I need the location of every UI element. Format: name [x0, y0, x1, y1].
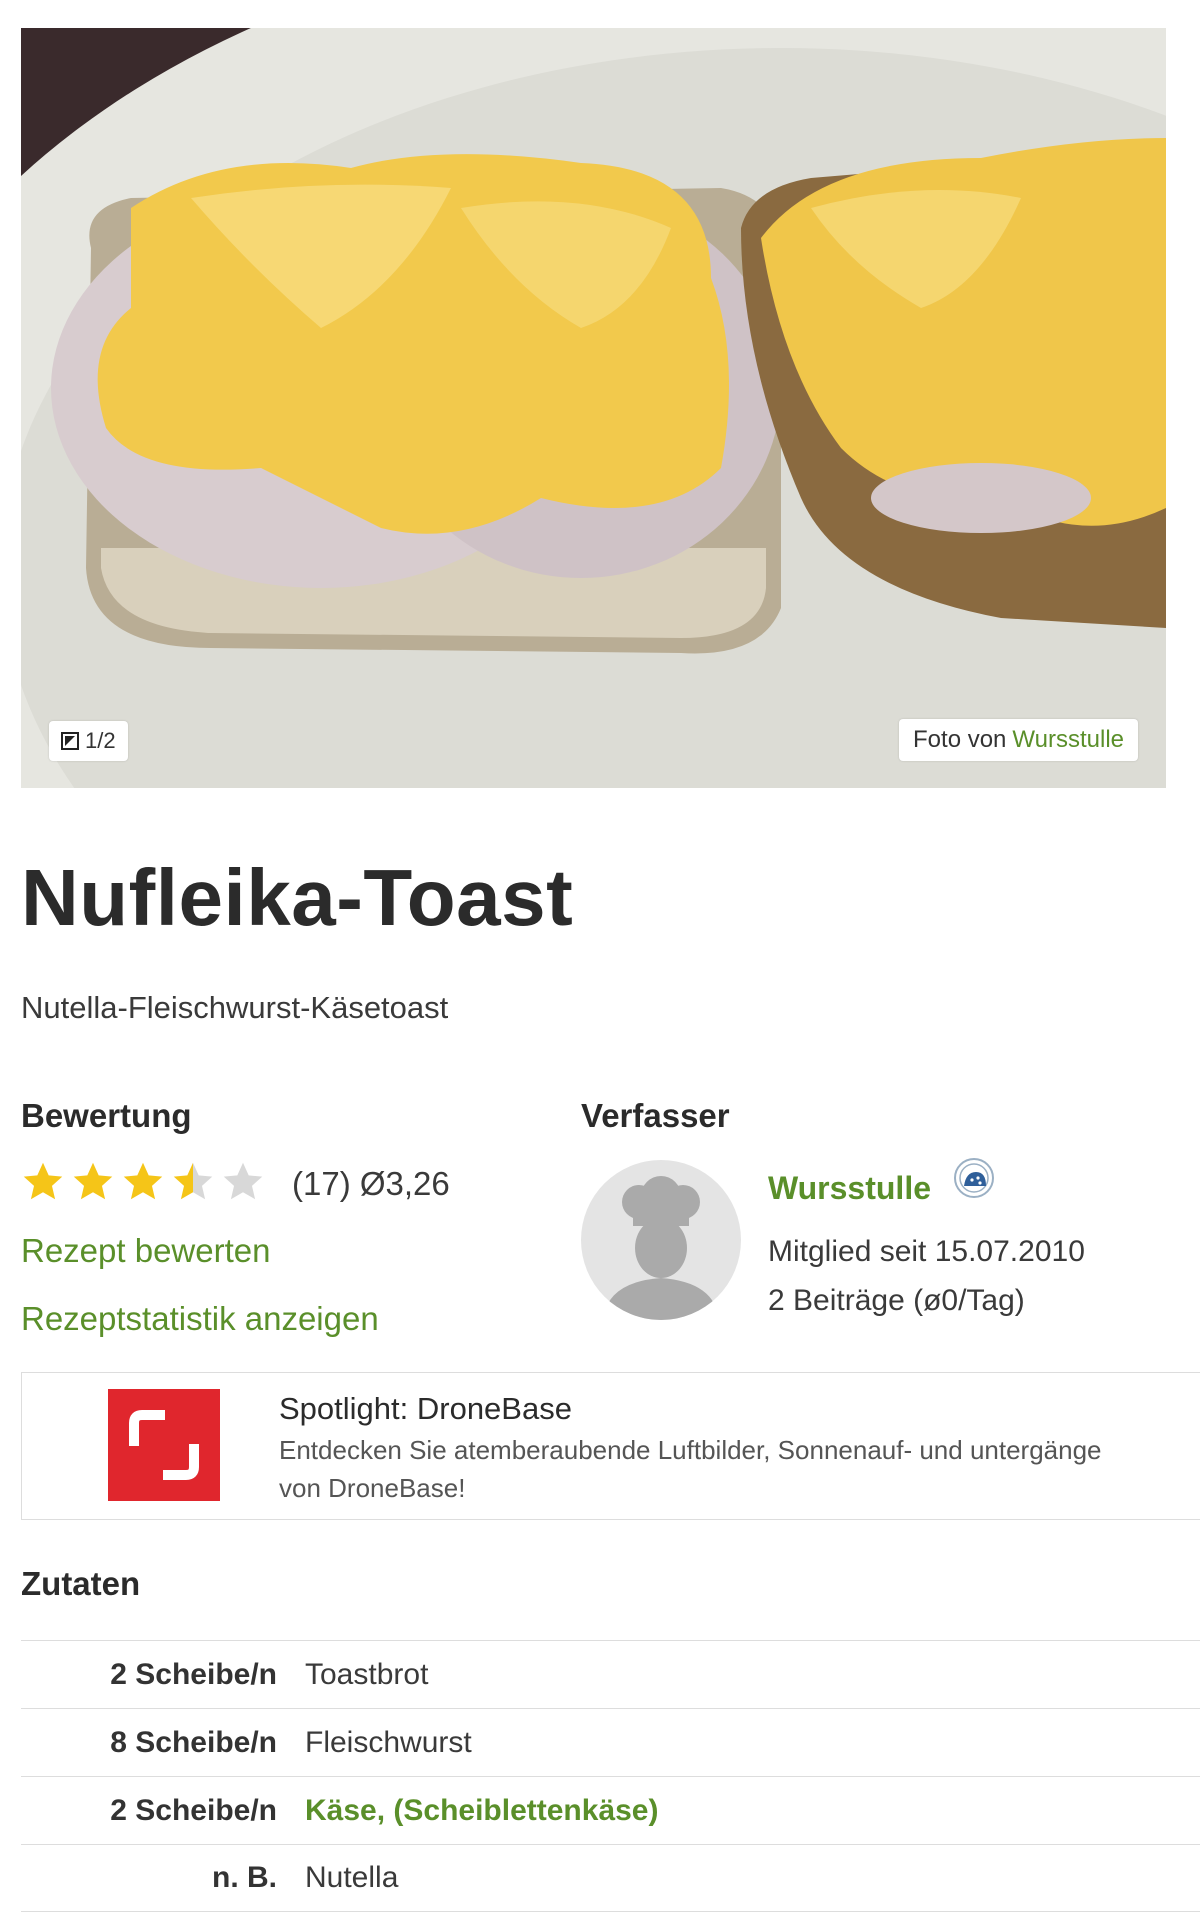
ingredient-amount: n. B.: [212, 1861, 277, 1894]
half-star-icon: [173, 1162, 213, 1200]
rating-heading: Bewertung: [21, 1097, 192, 1134]
ingredient-name: Nutella: [305, 1861, 399, 1894]
ingredients-table: 2 Scheibe/n Toastbrot 8 Scheibe/n Fleisc…: [21, 1640, 1200, 1912]
chef-avatar-icon: [603, 1176, 719, 1320]
recipe-subtitle: Nutella-Fleischwurst-Käsetoast: [21, 990, 449, 1025]
ingredient-amount: 8 Scheibe/n: [110, 1725, 277, 1759]
recipe-stats-link[interactable]: Rezeptstatistik anzeigen: [21, 1300, 379, 1338]
star-icon: [23, 1162, 63, 1200]
empty-star-icon: [223, 1162, 263, 1200]
gallery-pager-label: 1/2: [85, 728, 116, 753]
chef-badge-icon: [954, 1158, 994, 1198]
table-row: 2 Scheibe/n Toastbrot: [21, 1640, 1200, 1708]
photo-credit-prefix: Foto von: [913, 726, 1007, 753]
author-name-link[interactable]: Wursstulle: [768, 1170, 931, 1207]
table-row: 2 Scheibe/n Käse, (Scheiblettenkäse): [21, 1776, 1200, 1844]
photo-credit-author-link[interactable]: Wursstulle: [1012, 726, 1124, 754]
star-rating[interactable]: [21, 1160, 265, 1204]
ingredient-amount: 2 Scheibe/n: [110, 1657, 277, 1691]
star-icon: [73, 1162, 113, 1200]
author-posts: 2 Beiträge (ø0/Tag): [768, 1284, 1025, 1317]
gallery-pager[interactable]: 1/2: [49, 721, 128, 761]
frame-corners-icon: [129, 1410, 199, 1480]
spotlight-text: Entdecken Sie atemberaubende Luftbilder,…: [279, 1435, 1102, 1503]
spotlight-title: Spotlight: DroneBase: [279, 1391, 572, 1426]
ingredients-heading: Zutaten: [21, 1565, 141, 1602]
author-member-since: Mitglied seit 15.07.2010: [768, 1235, 1085, 1268]
author-heading: Verfasser: [581, 1097, 730, 1134]
dronebase-logo: [108, 1389, 220, 1501]
gallery-icon: [61, 732, 79, 750]
ingredient-name: Toastbrot: [305, 1657, 429, 1691]
spotlight-ad[interactable]: Spotlight: DroneBase Entdecken Sie atemb…: [21, 1372, 1200, 1520]
author-avatar[interactable]: [581, 1160, 741, 1320]
rating-average: Ø3,26: [359, 1165, 450, 1202]
page-title: Nufleika-Toast: [21, 853, 574, 942]
recipe-photo[interactable]: 1/2 Foto von Wursstulle: [21, 28, 1166, 788]
toast-photo: [21, 28, 1166, 788]
photo-credit: Foto von Wursstulle: [899, 719, 1138, 761]
table-row: 8 Scheibe/n Fleischwurst: [21, 1708, 1200, 1776]
rating-summary: (17) Ø3,26: [292, 1165, 450, 1203]
star-icon: [123, 1162, 163, 1200]
ingredient-name: Fleischwurst: [305, 1725, 472, 1759]
rating-count: (17): [292, 1165, 351, 1202]
ingredient-amount: 2 Scheibe/n: [110, 1793, 277, 1827]
table-row: n. B. Nutella: [21, 1844, 1200, 1912]
rate-recipe-link[interactable]: Rezept bewerten: [21, 1232, 270, 1270]
ingredient-link[interactable]: Käse, (Scheiblettenkäse): [305, 1794, 658, 1828]
